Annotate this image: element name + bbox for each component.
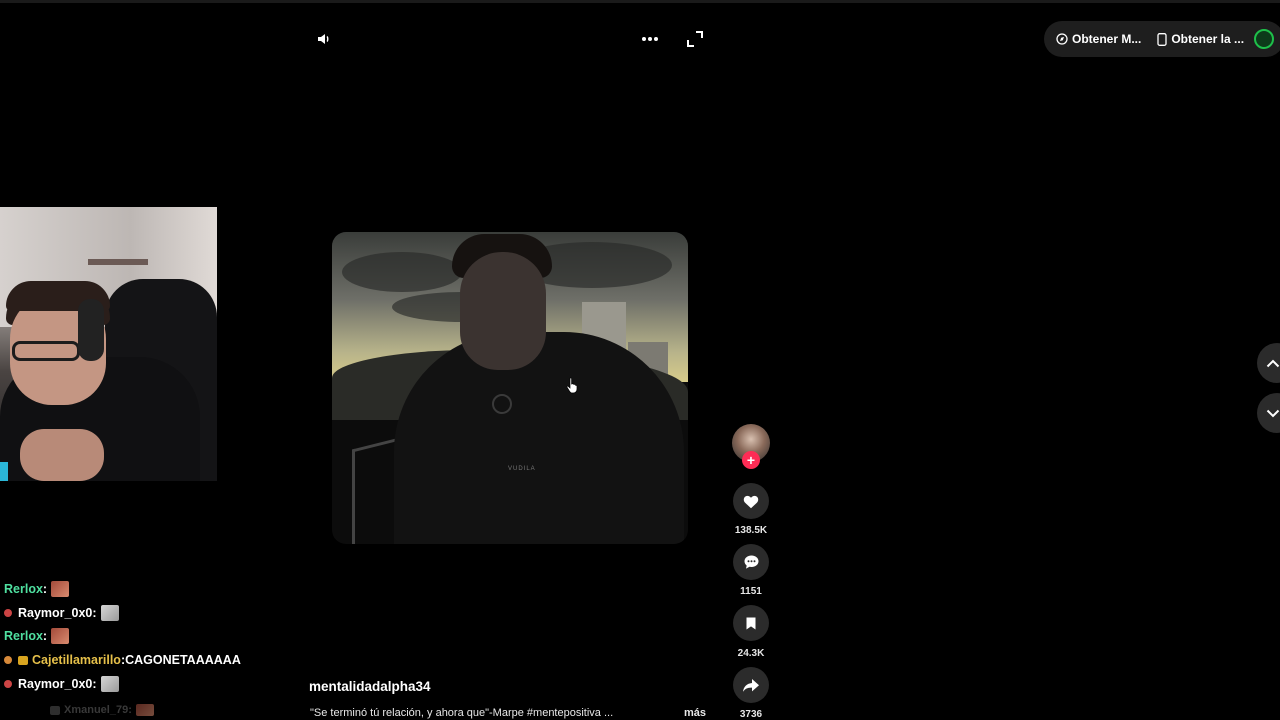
like-button[interactable] [733, 483, 769, 519]
chat-message: Xmanuel_79 : [50, 701, 154, 719]
get-mode-label: Obtener M... [1072, 32, 1142, 46]
expand-icon [687, 31, 703, 47]
streamer-webcam [0, 207, 217, 481]
emote-icon [100, 676, 119, 692]
comment-bubble-icon [744, 555, 758, 569]
phone-icon [1157, 32, 1167, 46]
chat-username: Xmanuel_79 [64, 704, 129, 716]
video-caption: "Se terminó tú relación, y ahora que"-Ma… [310, 707, 614, 719]
share-count: 3736 [739, 709, 763, 720]
compass-icon [1056, 33, 1068, 45]
chat-message: Raymor_0x0 : [4, 675, 119, 693]
save-button[interactable] [733, 605, 769, 641]
chat-message: Rerlox : [4, 580, 70, 598]
speaker-icon [318, 34, 329, 44]
subscriber-badge-icon [18, 655, 28, 665]
previous-video-button[interactable] [1257, 343, 1280, 383]
ellipsis-icon [642, 37, 658, 41]
get-app-pill[interactable]: Obtener la ... [1157, 32, 1244, 46]
save-count: 24.3K [737, 648, 765, 659]
badge-icon [4, 680, 12, 688]
chat-message: Raymor_0x0 : [4, 604, 119, 622]
like-count: 138.5K [734, 525, 768, 536]
chat-separator: : [42, 629, 48, 643]
extension-icon[interactable] [1254, 29, 1274, 49]
chevron-down-icon [1266, 409, 1280, 417]
chat-username: Cajetillamarillo [32, 653, 121, 667]
volume-button[interactable] [312, 28, 336, 50]
chat-message: Rerlox : [4, 627, 70, 645]
chat-separator: : [42, 582, 48, 596]
hand-cursor-icon [566, 377, 578, 394]
share-button[interactable] [733, 667, 769, 703]
more-options-button[interactable] [638, 28, 662, 50]
chat-text: CAGONETAAAAAA [125, 653, 241, 667]
get-app-label: Obtener la ... [1171, 32, 1245, 46]
chat-separator: : [128, 704, 132, 716]
badge-icon [50, 705, 60, 715]
more-link[interactable]: más [684, 707, 706, 719]
badge-icon [4, 656, 12, 664]
hoodie-logo [492, 394, 512, 414]
video-author[interactable]: mentalidadalpha34 [309, 679, 431, 694]
chat-username: Rerlox [4, 629, 43, 643]
get-app-bar: Obtener M... Obtener la ... [1044, 21, 1280, 57]
comment-count: 1151 [740, 586, 762, 597]
chat-separator: : [92, 606, 97, 620]
heart-icon [743, 495, 759, 508]
hoodie-text: VUDILA [508, 466, 536, 472]
badge-icon [4, 609, 12, 617]
video-player[interactable]: VUDILA [332, 232, 688, 544]
comment-button[interactable] [733, 544, 769, 580]
fullscreen-button[interactable] [683, 28, 707, 50]
emote-icon [135, 704, 154, 716]
emote-icon [100, 605, 119, 621]
chat-username: Raymor_0x0 [18, 677, 93, 691]
share-arrow-icon [743, 678, 759, 692]
chevron-up-icon [1266, 359, 1280, 367]
next-video-button[interactable] [1257, 393, 1280, 433]
chat-username: Raymor_0x0 [18, 606, 93, 620]
top-border [0, 0, 1280, 3]
get-mode-pill[interactable]: Obtener M... [1056, 32, 1141, 46]
emote-icon [51, 581, 70, 597]
chat-username: Rerlox [4, 582, 43, 596]
chat-separator: : [92, 677, 97, 691]
chat-message: Cajetillamarillo : CAGONETAAAAAA [4, 651, 241, 669]
emote-icon [51, 628, 70, 644]
bookmark-icon [746, 617, 756, 629]
follow-button[interactable]: + [742, 451, 760, 469]
